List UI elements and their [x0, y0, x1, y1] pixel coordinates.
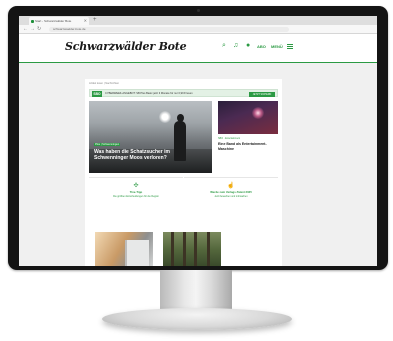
- sbo-badge: SBO: [92, 91, 102, 97]
- feature-tile[interactable]: ☝ Werde zum Verlags-Talent 2025 Jetzt be…: [184, 177, 278, 204]
- webcam: [197, 9, 200, 12]
- banner-button[interactable]: JETZT SICHERN: [249, 91, 275, 97]
- screen: Start - Schwarzwälder Bote ✕ + ← → ↻ sch…: [19, 16, 377, 266]
- feature-tile[interactable]: ✣ Tine-Tipp Die größten Entscheidungen f…: [89, 177, 183, 204]
- side-article-title[interactable]: Eine Band als Entertainment-Maschine: [218, 142, 278, 151]
- side-article-tag: SBO · Entertainment: [218, 137, 241, 140]
- new-tab-button[interactable]: +: [93, 16, 97, 25]
- browser-tab[interactable]: Start - Schwarzwälder Bote ✕: [29, 17, 89, 25]
- thumbnail-image[interactable]: [163, 232, 221, 266]
- monitor-stand-neck: [160, 270, 232, 312]
- search-icon[interactable]: ⌕: [222, 42, 226, 50]
- tree-trunk: [207, 232, 210, 266]
- menu-link[interactable]: MENÜ: [271, 44, 283, 49]
- hero-tag: Plus | Schwenningen: [94, 143, 121, 147]
- feature-subtitle: Jetzt bewerben und mitmachen: [214, 195, 248, 198]
- tree-trunk: [171, 232, 174, 266]
- site-header: Schwarzwälder Bote ⌕ ♫ ● ABO MENÜ: [19, 34, 377, 63]
- breadcrumb[interactable]: Artikel lesen | Nachrichten: [89, 82, 119, 85]
- browser-tabbar: Start - Schwarzwälder Bote ✕ +: [19, 16, 377, 25]
- tree-trunk: [183, 232, 186, 266]
- user-icon[interactable]: ●: [246, 42, 250, 50]
- monitor: Start - Schwarzwälder Bote ✕ + ← → ↻ sch…: [8, 6, 388, 270]
- page-content: Artikel lesen | Nachrichten SBO CYBERWEE…: [85, 79, 282, 266]
- feature-subtitle: Die größten Entscheidungen für die Regio…: [113, 195, 159, 198]
- monitor-stand-base: [102, 308, 292, 330]
- close-icon[interactable]: ✕: [84, 17, 87, 25]
- hand-icon: ☝: [227, 183, 235, 189]
- tree-trunk: [194, 232, 197, 266]
- stage-light: [252, 107, 264, 119]
- tab-title: Start - Schwarzwälder Bote: [35, 19, 72, 23]
- bell-icon[interactable]: ♫: [233, 42, 238, 50]
- forward-icon[interactable]: →: [30, 25, 35, 33]
- abo-link[interactable]: ABO: [257, 44, 266, 49]
- menu-icon[interactable]: [287, 44, 293, 49]
- feature-title: Werde zum Verlags-Talent 2025: [210, 190, 252, 194]
- hero-sun: [159, 111, 171, 123]
- side-article-image[interactable]: [218, 101, 278, 134]
- reload-icon[interactable]: ↻: [37, 25, 41, 33]
- address-bar: ← → ↻ schwarzwaelder-bote.de: [19, 25, 377, 34]
- thumbnail-image[interactable]: [95, 232, 153, 266]
- hero-article[interactable]: Plus | Schwenningen Was haben die Schatz…: [89, 101, 212, 173]
- site-logo[interactable]: Schwarzwälder Bote: [65, 40, 187, 53]
- hero-title[interactable]: Was haben die Schatzsucher im Schwenning…: [94, 149, 194, 161]
- url-input[interactable]: schwarzwaelder-bote.de: [49, 26, 289, 32]
- promo-banner[interactable]: SBO CYBERWEEK-ANGEBOT: SB Plus Basic jet…: [89, 89, 278, 97]
- feature-title: Tine-Tipp: [129, 190, 143, 194]
- tools-icon: ✣: [133, 183, 139, 189]
- banner-text: CYBERWEEK-ANGEBOT: SB Plus Basic jetzt 3…: [105, 92, 193, 95]
- back-icon[interactable]: ←: [23, 25, 28, 33]
- favicon-icon: [31, 19, 34, 23]
- building-shape: [125, 240, 149, 266]
